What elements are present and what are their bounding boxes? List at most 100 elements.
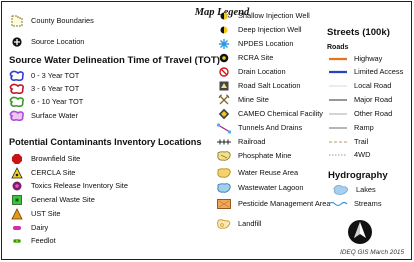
dairy-icon: [9, 222, 25, 234]
legend-item-mine-site: Mine Site: [216, 94, 269, 106]
cercla-triangle-icon: [9, 167, 25, 179]
highway-line-icon: [328, 53, 348, 65]
toxics-release-circle-icon: [9, 180, 25, 192]
pickaxe-icon: [216, 94, 232, 106]
road-salt-square-icon: [216, 80, 232, 92]
legend-label: Surface Water: [31, 111, 78, 120]
general-waste-square-icon: [9, 194, 25, 206]
legend-item-shallow-injection-well: Shallow Injection Well: [216, 10, 310, 22]
drain-no-symbol-icon: [216, 66, 232, 78]
cameo-diamond-icon: [216, 108, 232, 120]
tot-3-6-polygon-icon: [9, 83, 25, 95]
pesticide-management-polygon-icon: [216, 198, 232, 210]
legend-label: NPDES Location: [238, 39, 294, 48]
legend-label: Trail: [354, 137, 369, 146]
legend-label: Ramp: [354, 123, 374, 132]
legend-label: 3 - 6 Year TOT: [31, 84, 80, 93]
legend-label: Pesticide Management Area: [238, 199, 331, 208]
npdes-star-icon: [216, 38, 232, 50]
legend-label: 4WD: [354, 150, 371, 159]
legend-label: Streams: [354, 199, 382, 208]
legend-item-local-road: Local Road: [328, 80, 391, 92]
tot-6-10-polygon-icon: [9, 96, 25, 108]
legend-label: Landfill: [238, 219, 262, 228]
source-location-icon: [9, 36, 25, 48]
legend-item-landfill: Landfill: [216, 218, 261, 230]
legend-item-npdes: NPDES Location: [216, 38, 293, 50]
legend-label: Toxics Release Inventory Site: [31, 181, 128, 190]
legend-label: UST Site: [31, 209, 61, 218]
legend-footer: IDEQ GIS March 2015: [340, 249, 404, 256]
legend-label: Water Reuse Area: [238, 168, 299, 177]
legend-item-water-reuse: Water Reuse Area: [216, 167, 298, 179]
legend-label: Brownfield Site: [31, 154, 81, 163]
4wd-line-icon: [328, 149, 348, 161]
legend-item-deep-injection-well: Deep Injection Well: [216, 24, 302, 36]
legend-item-rcra: RCRA Site: [216, 52, 273, 64]
legend-item-drain: Drain Location: [216, 66, 286, 78]
legend-label: Phosphate Mine: [238, 151, 292, 160]
legend-label: Mine Site: [238, 95, 269, 104]
legend-item-lakes: Lakes: [332, 184, 376, 196]
legend-item-major-road: Major Road: [328, 94, 392, 106]
legend-label: Railroad: [238, 137, 266, 146]
legend-item-tot-0-3: 0 - 3 Year TOT: [9, 70, 79, 82]
county-boundary-icon: [9, 15, 25, 27]
tot-0-3-polygon-icon: [9, 70, 25, 82]
other-road-line-icon: [328, 108, 348, 120]
local-road-line-icon: [328, 80, 348, 92]
legend-item-tunnels-drains: Tunnels And Drains: [216, 122, 302, 134]
legend-label: Tunnels And Drains: [238, 123, 303, 132]
legend-item-county-boundaries: County Boundaries: [9, 15, 94, 27]
legend-label: County Boundaries: [31, 16, 94, 25]
legend-item-cercla: CERCLA Site: [9, 167, 75, 179]
major-road-line-icon: [328, 94, 348, 106]
legend-label: Limited Access: [354, 67, 404, 76]
legend-label: Wastewater Lagoon: [238, 183, 304, 192]
legend-item-cameo: CAMEO Chemical Facility: [216, 108, 323, 120]
north-arrow-icon: [347, 219, 373, 245]
legend-label: Feedlot: [31, 236, 56, 245]
phosphate-mine-polygon-icon: [216, 150, 232, 162]
legend-item-railroad: Railroad: [216, 136, 266, 148]
lakes-polygon-icon: [332, 184, 350, 196]
legend-label: Lakes: [356, 185, 376, 194]
legend-item-trail: Trail: [328, 136, 368, 148]
deep-injection-well-icon: [216, 24, 232, 36]
feedlot-icon: [9, 235, 25, 247]
ramp-line-icon: [328, 122, 348, 134]
legend-label: Source Location: [31, 37, 85, 46]
legend-item-streams: Streams: [328, 198, 382, 210]
legend-item-pesticide-management: Pesticide Management Area: [216, 198, 330, 210]
legend-label: 6 - 10 Year TOT: [31, 97, 84, 106]
brownfield-octagon-icon: [9, 153, 25, 165]
legend-item-4wd: 4WD: [328, 149, 370, 161]
legend-label: General Waste Site: [31, 195, 95, 204]
legend-item-highway: Highway: [328, 53, 382, 65]
legend-item-limited-access: Limited Access: [328, 66, 403, 78]
legend-label: 0 - 3 Year TOT: [31, 71, 80, 80]
legend-item-wastewater-lagoon: Wastewater Lagoon: [216, 182, 303, 194]
trail-line-icon: [328, 136, 348, 148]
legend-label: Other Road: [354, 109, 393, 118]
rcra-circle-icon: [216, 52, 232, 64]
legend-label: Dairy: [31, 223, 49, 232]
legend-item-ust: UST Site: [9, 208, 60, 220]
landfill-polygon-icon: [216, 218, 232, 230]
legend-label: Drain Location: [238, 67, 286, 76]
legend-item-general-waste: General Waste Site: [9, 194, 95, 206]
surface-water-polygon-icon: [9, 110, 25, 122]
railroad-line-icon: [216, 136, 232, 148]
legend-item-tot-6-10: 6 - 10 Year TOT: [9, 96, 83, 108]
legend-item-other-road: Other Road: [328, 108, 392, 120]
legend-item-road-salt: Road Salt Location: [216, 80, 300, 92]
tunnels-line-icon: [216, 122, 232, 134]
shallow-injection-well-icon: [216, 10, 232, 22]
legend-label: CERCLA Site: [31, 168, 76, 177]
streams-line-icon: [328, 198, 348, 210]
hydrography-heading: Hydrography: [328, 170, 388, 181]
legend-label: Highway: [354, 54, 383, 63]
legend-label: RCRA Site: [238, 53, 274, 62]
legend-label: Road Salt Location: [238, 81, 301, 90]
roads-subheading: Roads: [327, 44, 349, 51]
